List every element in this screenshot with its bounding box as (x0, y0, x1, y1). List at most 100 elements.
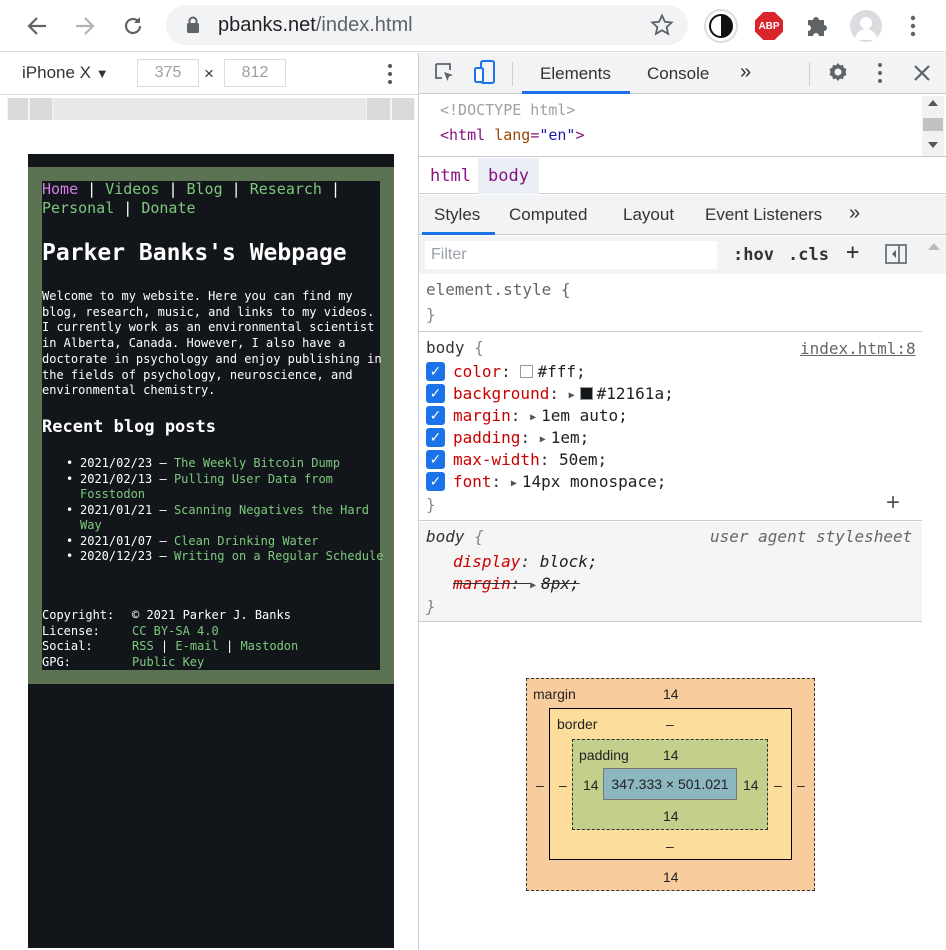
ruler-segment[interactable] (29, 98, 53, 120)
nav-home-link[interactable]: Home (42, 180, 78, 198)
ruler-segment[interactable] (7, 98, 29, 120)
tab-computed[interactable]: Computed (509, 205, 587, 225)
padding-right-value[interactable]: 14 (743, 777, 759, 793)
nav-personal-link[interactable]: Personal (42, 199, 114, 217)
profile-avatar[interactable] (850, 10, 882, 42)
post-link[interactable]: Writing on a Regular Schedule (174, 549, 384, 563)
styles-filter-input[interactable]: Filter (424, 240, 718, 270)
rss-link[interactable]: RSS (132, 639, 154, 653)
margin-bottom-value[interactable]: 14 (663, 869, 679, 885)
device-select[interactable]: iPhone X ▼ (22, 63, 109, 83)
dark-mode-extension-icon[interactable] (703, 8, 739, 49)
scroll-up-icon[interactable] (928, 100, 938, 106)
more-tabs-icon[interactable]: » (740, 61, 751, 84)
url-text[interactable]: pbanks.net/index.html (218, 14, 413, 37)
more-subtabs-icon[interactable]: » (849, 202, 860, 225)
mastodon-link[interactable]: Mastodon (240, 639, 298, 653)
styles-scroll-up-icon[interactable] (928, 243, 940, 250)
forward-button[interactable] (67, 8, 103, 44)
extensions-puzzle-icon[interactable] (804, 13, 830, 44)
ruler-segment[interactable] (366, 98, 391, 120)
property-checkbox[interactable]: ✓ (426, 384, 445, 403)
device-toggle-icon[interactable] (473, 59, 497, 92)
css-declaration[interactable]: background: ▶ #12161a; (453, 384, 674, 403)
padding-top-value[interactable]: 14 (663, 747, 679, 763)
tab-console[interactable]: Console (647, 64, 709, 84)
tab-event-listeners[interactable]: Event Listeners (705, 205, 822, 225)
browser-menu-icon[interactable] (905, 13, 921, 44)
nav-research-link[interactable]: Research (250, 180, 322, 198)
device-width-input[interactable]: 375 (137, 59, 199, 87)
email-link[interactable]: E-mail (175, 639, 218, 653)
dom-doctype[interactable]: <!DOCTYPE html> (440, 101, 575, 119)
breadcrumb-body[interactable]: body (478, 158, 539, 194)
nav-blog-link[interactable]: Blog (187, 180, 223, 198)
star-bookmark-icon[interactable] (650, 13, 674, 42)
property-checkbox[interactable]: ✓ (426, 472, 445, 491)
border-right-value[interactable]: – (774, 777, 782, 793)
adblock-plus-icon[interactable]: ABP (755, 12, 783, 40)
dom-scrollbar[interactable] (922, 96, 944, 156)
tab-elements[interactable]: Elements (540, 64, 611, 84)
tab-layout[interactable]: Layout (623, 205, 674, 225)
device-options-icon[interactable] (383, 62, 397, 91)
sidebar-toggle-icon[interactable] (885, 244, 907, 269)
post-link[interactable]: The Weekly Bitcoin Dump (174, 456, 340, 470)
expand-triangle-icon[interactable]: ▶ (540, 434, 546, 445)
css-declaration-overridden[interactable]: margin: ▶ 8px; (453, 574, 580, 593)
gpg-key-link[interactable]: Public Key (132, 655, 204, 671)
devtools-menu-icon[interactable] (873, 61, 887, 90)
border-left-value[interactable]: – (559, 777, 567, 793)
padding-left-value[interactable]: 14 (583, 777, 599, 793)
border-top-value[interactable]: – (666, 716, 674, 732)
css-declaration[interactable]: padding: ▶ 1em; (453, 428, 589, 447)
dom-html-node[interactable]: <html lang="en"> (440, 126, 585, 144)
property-checkbox[interactable]: ✓ (426, 428, 445, 447)
breadcrumb-html[interactable]: html (420, 158, 481, 194)
device-height-input[interactable]: 812 (224, 59, 286, 87)
css-declaration[interactable]: margin: ▶ 1em auto; (453, 406, 628, 425)
element-style-selector[interactable]: element.style { (426, 280, 571, 299)
back-button[interactable] (19, 8, 55, 44)
box-model-content[interactable]: 347.333 × 501.021 (603, 768, 737, 800)
source-link[interactable]: index.html:8 (800, 339, 916, 358)
scroll-down-icon[interactable] (928, 142, 938, 148)
inspect-element-icon[interactable] (433, 61, 457, 90)
nav-videos-link[interactable]: Videos (105, 180, 159, 198)
css-declaration[interactable]: max-width: 50em; (453, 450, 607, 469)
post-link[interactable]: Clean Drinking Water (174, 534, 319, 548)
border-bottom-value[interactable]: – (666, 838, 674, 854)
expand-triangle-icon[interactable]: ▶ (511, 478, 517, 489)
expand-triangle-icon[interactable]: ▶ (530, 412, 536, 423)
media-query-ruler[interactable] (7, 98, 415, 120)
body-rule-selector[interactable]: body { (426, 338, 484, 357)
add-declaration-button[interactable]: + (886, 489, 900, 517)
margin-top-value[interactable]: 14 (663, 686, 679, 702)
gear-icon[interactable] (826, 61, 850, 90)
padding-bottom-value[interactable]: 14 (663, 808, 679, 824)
tab-styles[interactable]: Styles (434, 205, 480, 225)
margin-left-value[interactable]: – (536, 777, 544, 793)
color-swatch[interactable] (579, 387, 593, 400)
property-checkbox[interactable]: ✓ (426, 450, 445, 469)
css-declaration[interactable]: font: ▶ 14px monospace; (453, 472, 666, 491)
nav-donate-link[interactable]: Donate (141, 199, 195, 217)
ruler-segment[interactable] (391, 98, 415, 120)
expand-triangle-icon[interactable]: ▶ (530, 580, 536, 591)
color-swatch[interactable] (520, 365, 534, 378)
reload-button[interactable] (115, 8, 151, 44)
css-declaration[interactable]: color: #fff; (453, 362, 586, 381)
hover-state-button[interactable]: :hov (733, 245, 774, 265)
margin-right-value[interactable]: – (797, 777, 805, 793)
new-rule-button[interactable]: + (846, 240, 859, 265)
lock-icon[interactable] (186, 16, 200, 39)
close-icon[interactable] (913, 64, 931, 87)
property-checkbox[interactable]: ✓ (426, 406, 445, 425)
expand-triangle-icon[interactable]: ▶ (569, 390, 575, 401)
class-toggle-button[interactable]: .cls (788, 245, 829, 265)
css-declaration[interactable]: display: block; (453, 552, 598, 571)
property-checkbox[interactable]: ✓ (426, 362, 445, 381)
scrollbar-thumb[interactable] (923, 118, 943, 131)
ua-rule-selector[interactable]: body { (426, 527, 484, 546)
license-link[interactable]: CC BY-SA 4.0 (132, 624, 219, 640)
